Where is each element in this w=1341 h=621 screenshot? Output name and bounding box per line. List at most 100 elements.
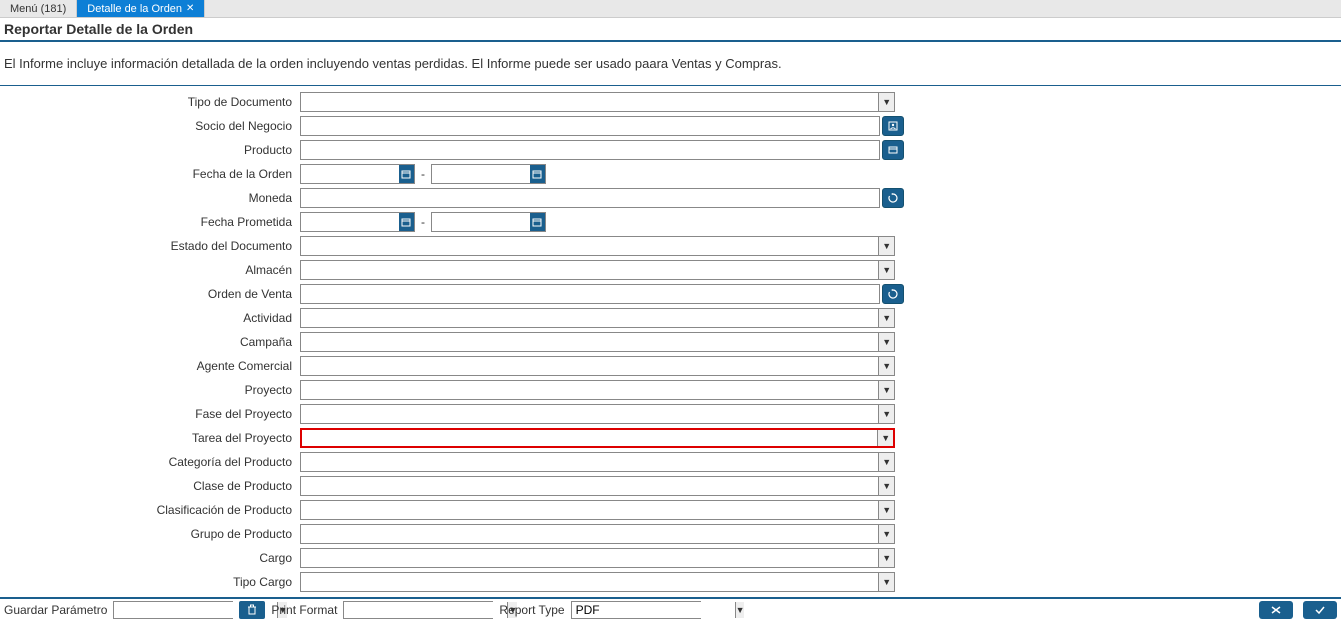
chevron-down-icon[interactable]: ▼ bbox=[878, 261, 894, 279]
label-almacen: Almacén bbox=[0, 263, 300, 277]
input-fecha-orden-to[interactable] bbox=[432, 165, 530, 183]
combo-tarea-proyecto[interactable]: ▼ bbox=[300, 428, 895, 448]
combo-campana[interactable]: ▼ bbox=[300, 332, 895, 352]
combo-cargo[interactable]: ▼ bbox=[300, 548, 895, 568]
footer-bar: Guardar Parámetro ▼ Print Format ▼ Repor… bbox=[0, 597, 1341, 621]
label-print-format: Print Format bbox=[271, 603, 337, 617]
contact-lookup-icon[interactable] bbox=[882, 116, 904, 136]
input-fecha-orden-from[interactable] bbox=[301, 165, 399, 183]
label-moneda: Moneda bbox=[0, 191, 300, 205]
page-subtitle: El Informe incluye información detallada… bbox=[0, 42, 1341, 86]
combo-clase-producto[interactable]: ▼ bbox=[300, 476, 895, 496]
input-tarea-proyecto[interactable] bbox=[302, 430, 877, 446]
combo-report-type[interactable]: ▼ bbox=[571, 601, 701, 619]
calendar-icon[interactable] bbox=[399, 165, 414, 183]
input-almacen[interactable] bbox=[301, 261, 878, 279]
label-categoria-producto: Categoría del Producto bbox=[0, 455, 300, 469]
chevron-down-icon[interactable]: ▼ bbox=[878, 525, 894, 543]
input-fecha-prometida-to[interactable] bbox=[432, 213, 530, 231]
label-actividad: Actividad bbox=[0, 311, 300, 325]
date-fecha-orden-from[interactable] bbox=[300, 164, 415, 184]
refresh-icon[interactable] bbox=[882, 284, 904, 304]
label-campana: Campaña bbox=[0, 335, 300, 349]
combo-clasificacion-producto[interactable]: ▼ bbox=[300, 500, 895, 520]
combo-categoria-producto[interactable]: ▼ bbox=[300, 452, 895, 472]
chevron-down-icon[interactable]: ▼ bbox=[877, 430, 893, 446]
refresh-icon[interactable] bbox=[882, 188, 904, 208]
input-estado-documento[interactable] bbox=[301, 237, 878, 255]
combo-tipo-cargo[interactable]: ▼ bbox=[300, 572, 895, 592]
input-clase-producto[interactable] bbox=[301, 477, 878, 495]
calendar-icon[interactable] bbox=[530, 213, 545, 231]
tab-detalle-orden[interactable]: Detalle de la Orden ✕ bbox=[77, 0, 205, 17]
label-grupo-producto: Grupo de Producto bbox=[0, 527, 300, 541]
input-fecha-prometida-from[interactable] bbox=[301, 213, 399, 231]
label-clasificacion-producto: Clasificación de Producto bbox=[0, 503, 300, 517]
calendar-icon[interactable] bbox=[399, 213, 414, 231]
input-cargo[interactable] bbox=[301, 549, 878, 567]
input-clasificacion-producto[interactable] bbox=[301, 501, 878, 519]
label-fecha-orden: Fecha de la Orden bbox=[0, 167, 300, 181]
date-fecha-prometida-to[interactable] bbox=[431, 212, 546, 232]
input-report-type[interactable] bbox=[572, 602, 735, 618]
chevron-down-icon[interactable]: ▼ bbox=[878, 405, 894, 423]
input-moneda[interactable] bbox=[300, 188, 880, 208]
input-print-format[interactable] bbox=[344, 602, 507, 618]
chevron-down-icon[interactable]: ▼ bbox=[878, 93, 894, 111]
input-agente-comercial[interactable] bbox=[301, 357, 878, 375]
delete-button[interactable] bbox=[239, 601, 265, 619]
combo-estado-documento[interactable]: ▼ bbox=[300, 236, 895, 256]
date-range-separator: - bbox=[417, 215, 429, 229]
label-producto: Producto bbox=[0, 143, 300, 157]
input-tipo-documento[interactable] bbox=[301, 93, 878, 111]
form-area: Tipo de Documento ▼ Socio del Negocio Pr… bbox=[0, 86, 1341, 597]
product-lookup-icon[interactable] bbox=[882, 140, 904, 160]
label-tarea-proyecto: Tarea del Proyecto bbox=[0, 431, 300, 445]
chevron-down-icon[interactable]: ▼ bbox=[735, 602, 745, 618]
cancel-button[interactable] bbox=[1259, 601, 1293, 619]
ok-button[interactable] bbox=[1303, 601, 1337, 619]
chevron-down-icon[interactable]: ▼ bbox=[878, 357, 894, 375]
input-orden-venta[interactable] bbox=[300, 284, 880, 304]
close-icon[interactable]: ✕ bbox=[186, 3, 194, 14]
input-grupo-producto[interactable] bbox=[301, 525, 878, 543]
combo-agente-comercial[interactable]: ▼ bbox=[300, 356, 895, 376]
combo-actividad[interactable]: ▼ bbox=[300, 308, 895, 328]
chevron-down-icon[interactable]: ▼ bbox=[878, 453, 894, 471]
tab-label: Menú (181) bbox=[10, 3, 66, 15]
chevron-down-icon[interactable]: ▼ bbox=[878, 549, 894, 567]
page-title: Reportar Detalle de la Orden bbox=[0, 18, 1341, 42]
chevron-down-icon[interactable]: ▼ bbox=[878, 477, 894, 495]
input-socio-negocio[interactable] bbox=[300, 116, 880, 136]
combo-print-format[interactable]: ▼ bbox=[343, 601, 493, 619]
input-campana[interactable] bbox=[301, 333, 878, 351]
label-fase-proyecto: Fase del Proyecto bbox=[0, 407, 300, 421]
input-categoria-producto[interactable] bbox=[301, 453, 878, 471]
combo-grupo-producto[interactable]: ▼ bbox=[300, 524, 895, 544]
combo-fase-proyecto[interactable]: ▼ bbox=[300, 404, 895, 424]
input-actividad[interactable] bbox=[301, 309, 878, 327]
label-agente-comercial: Agente Comercial bbox=[0, 359, 300, 373]
input-fase-proyecto[interactable] bbox=[301, 405, 878, 423]
combo-guardar-parametro[interactable]: ▼ bbox=[113, 601, 233, 619]
combo-tipo-documento[interactable]: ▼ bbox=[300, 92, 895, 112]
label-fecha-prometida: Fecha Prometida bbox=[0, 215, 300, 229]
date-fecha-orden-to[interactable] bbox=[431, 164, 546, 184]
input-tipo-cargo[interactable] bbox=[301, 573, 878, 591]
chevron-down-icon[interactable]: ▼ bbox=[878, 381, 894, 399]
input-proyecto[interactable] bbox=[301, 381, 878, 399]
combo-proyecto[interactable]: ▼ bbox=[300, 380, 895, 400]
input-producto[interactable] bbox=[300, 140, 880, 160]
chevron-down-icon[interactable]: ▼ bbox=[878, 237, 894, 255]
calendar-icon[interactable] bbox=[530, 165, 545, 183]
chevron-down-icon[interactable]: ▼ bbox=[878, 333, 894, 351]
chevron-down-icon[interactable]: ▼ bbox=[878, 309, 894, 327]
tab-menu[interactable]: Menú (181) bbox=[0, 0, 77, 17]
combo-almacen[interactable]: ▼ bbox=[300, 260, 895, 280]
label-clase-producto: Clase de Producto bbox=[0, 479, 300, 493]
date-fecha-prometida-from[interactable] bbox=[300, 212, 415, 232]
label-guardar-parametro: Guardar Parámetro bbox=[4, 603, 107, 617]
label-proyecto: Proyecto bbox=[0, 383, 300, 397]
chevron-down-icon[interactable]: ▼ bbox=[878, 573, 894, 591]
chevron-down-icon[interactable]: ▼ bbox=[878, 501, 894, 519]
